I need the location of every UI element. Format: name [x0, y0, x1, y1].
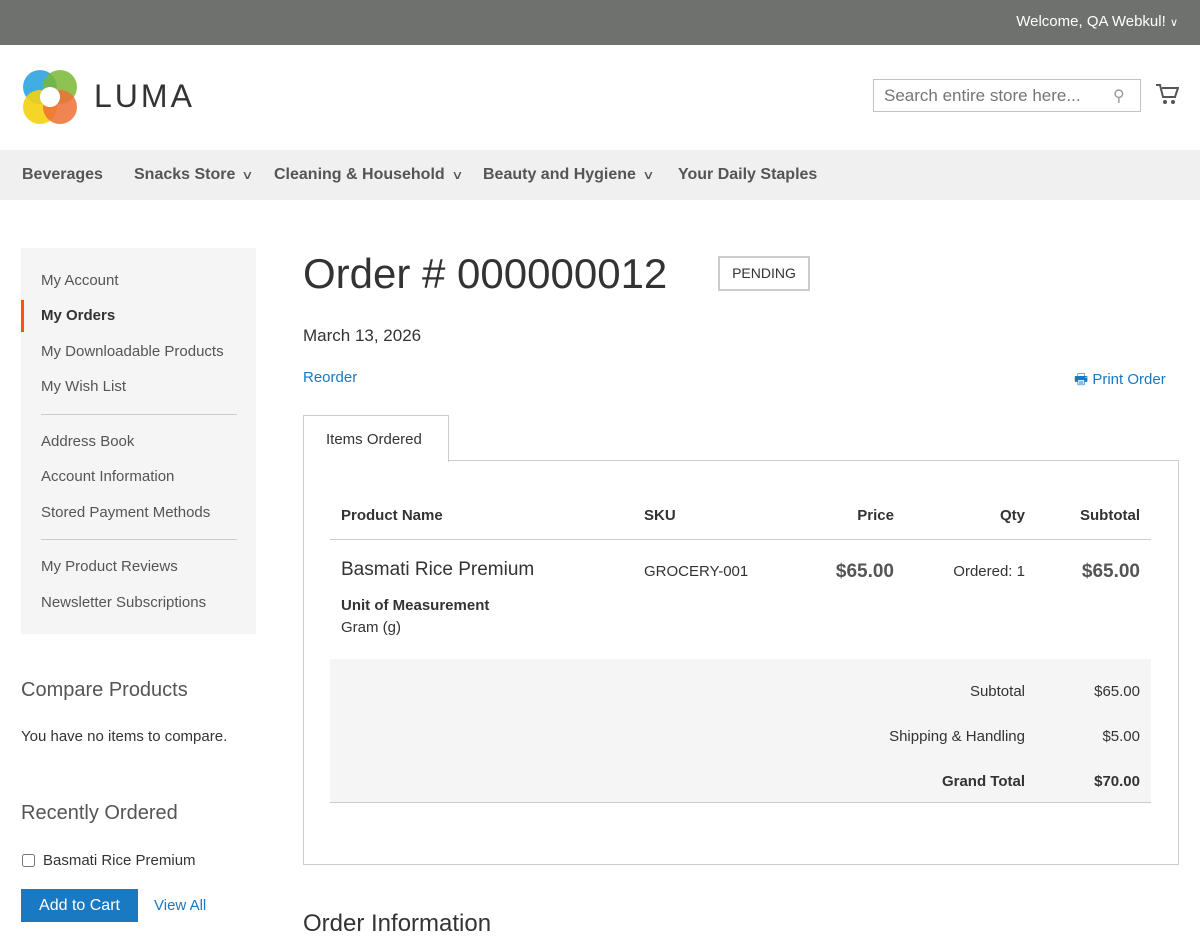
luma-logo-icon[interactable] [22, 69, 78, 125]
recently-ordered-title: Recently Ordered [21, 802, 178, 824]
tab-items-ordered[interactable]: Items Ordered [303, 415, 449, 462]
shipping-value: $5.00 [1102, 728, 1140, 745]
page-title: Order # 000000012 [303, 250, 668, 297]
item-sku: GROCERY-001 [644, 563, 749, 580]
account-sidebar: My Account My Orders My Downloadable Pro… [21, 248, 256, 634]
item-name: Basmati Rice Premium [341, 559, 535, 580]
cart-icon[interactable] [1155, 82, 1179, 106]
nav-beauty-hygiene[interactable]: Beauty and Hygiene ∨ [483, 166, 655, 184]
sidebar-item-wish-list[interactable]: My Wish List [41, 378, 126, 395]
divider [41, 539, 237, 540]
chevron-down-icon: ∨ [642, 168, 655, 182]
chevron-down-icon: ∨ [241, 168, 254, 182]
grand-total-value: $70.00 [1094, 773, 1140, 790]
item-price: $65.00 [835, 561, 894, 582]
add-to-cart-button[interactable]: Add to Cart [21, 889, 138, 922]
printer-icon: 🖶 [1074, 371, 1089, 388]
status-badge: PENDING [718, 256, 810, 291]
nav-snacks-store[interactable]: Snacks Store ∨ [134, 166, 254, 184]
sidebar-item-stored-payment-methods[interactable]: Stored Payment Methods [41, 504, 210, 521]
nav-cleaning-household[interactable]: Cleaning & Household ∨ [274, 166, 464, 184]
subtotal-value: $65.00 [1094, 683, 1140, 700]
item-subtotal: $65.00 [1081, 561, 1140, 582]
item-qty: Ordered: 1 [953, 563, 1025, 580]
print-order-link[interactable]: 🖶 Print Order [1074, 369, 1166, 394]
order-information-title: Order Information [303, 910, 492, 937]
sidebar-item-downloadable-products[interactable]: My Downloadable Products [41, 343, 224, 360]
chevron-down-icon: ∨ [450, 168, 464, 182]
sidebar-item-address-book[interactable]: Address Book [41, 433, 134, 450]
sidebar-item-my-orders: My Orders [41, 307, 116, 324]
view-all-link[interactable]: View All [154, 897, 206, 914]
divider [330, 539, 1151, 540]
sidebar-item-newsletter[interactable]: Newsletter Subscriptions [41, 594, 206, 611]
active-indicator [21, 300, 24, 332]
shipping-label: Shipping & Handling [889, 728, 1025, 745]
divider [41, 414, 237, 415]
nav-beverages[interactable]: Beverages [22, 166, 103, 184]
col-product-name: Product Name [341, 507, 443, 524]
subtotal-label: Subtotal [969, 683, 1025, 700]
compare-title: Compare Products [21, 679, 188, 701]
grand-total-label: Grand Total [941, 773, 1025, 790]
reorder-link[interactable]: Reorder [303, 369, 357, 386]
search-input[interactable] [873, 79, 1141, 112]
col-subtotal: Subtotal [1080, 507, 1140, 524]
main-nav: Beverages Snacks Store ∨ Cleaning & House… [0, 150, 1200, 200]
sidebar-item-product-reviews[interactable]: My Product Reviews [41, 558, 178, 575]
logo-text: LUMA [94, 78, 195, 114]
search-icon[interactable]: ⚲ [1113, 86, 1125, 106]
option-label: Unit of Measurement [341, 597, 490, 614]
compare-empty-text: You have no items to compare. [21, 728, 228, 745]
chevron-down-icon: ∨ [1169, 17, 1178, 29]
col-price: Price [857, 507, 894, 524]
nav-daily-staples[interactable]: Your Daily Staples [678, 166, 817, 184]
welcome-text: Welcome, QA Webkul! [1016, 13, 1166, 30]
recent-item-name[interactable]: Basmati Rice Premium [43, 852, 196, 869]
recent-item-checkbox[interactable] [22, 854, 35, 867]
order-date: March 13, 2026 [303, 326, 422, 345]
sidebar-item-account-information[interactable]: Account Information [41, 468, 174, 485]
option-value: Gram (g) [341, 619, 401, 636]
welcome-menu[interactable]: Welcome, QA Webkul! ∨ [1016, 13, 1178, 30]
sidebar-item-my-account[interactable]: My Account [41, 272, 119, 289]
col-sku: SKU [644, 507, 676, 524]
col-qty: Qty [999, 507, 1025, 524]
